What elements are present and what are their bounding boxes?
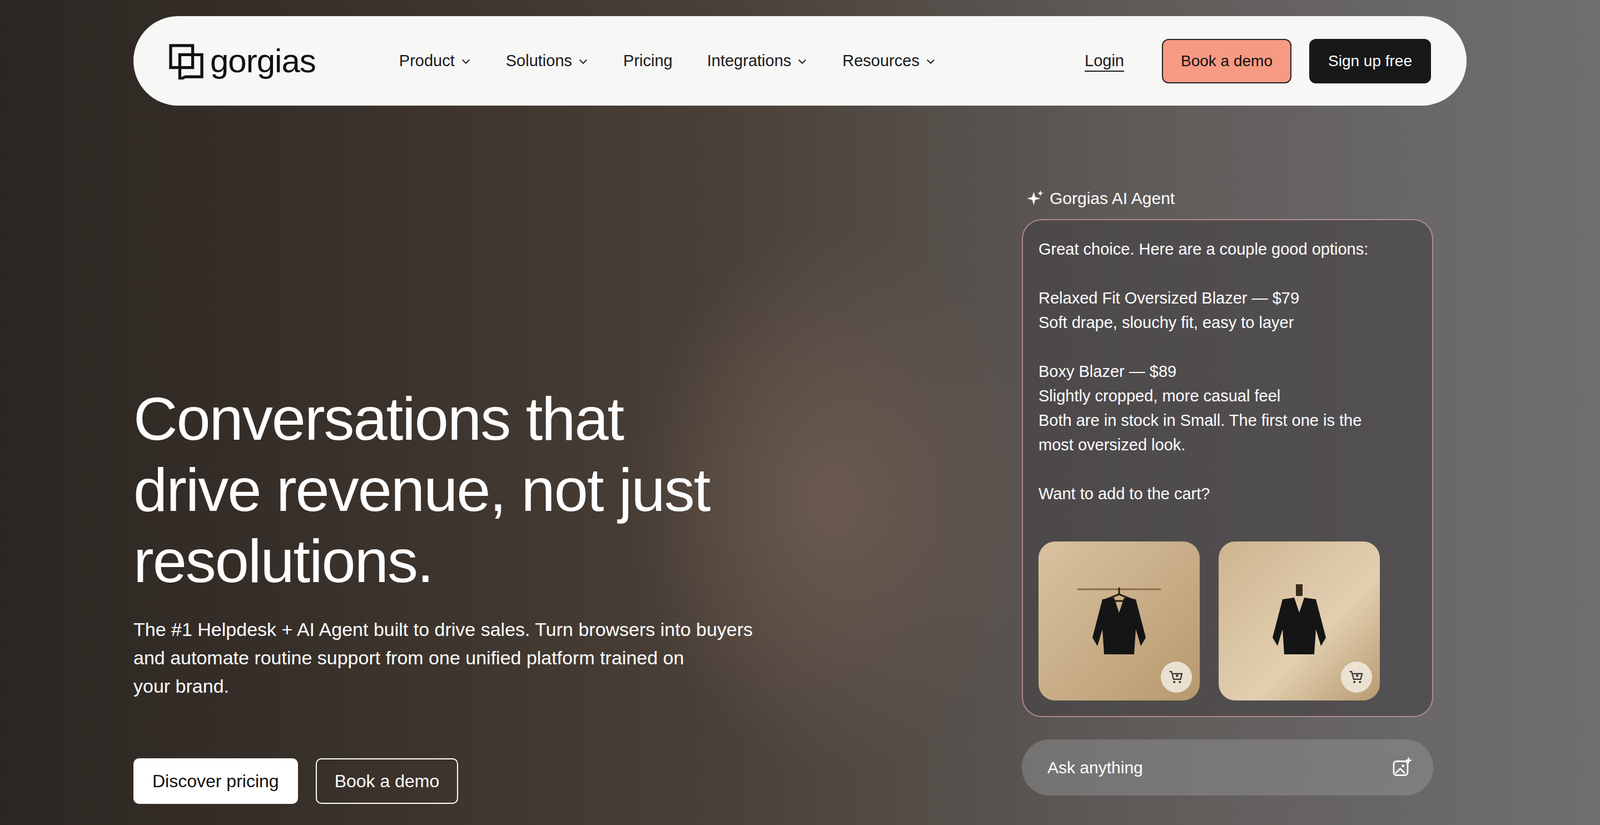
nav-item-label: Product	[399, 51, 455, 71]
hero-button[interactable]: Book a demo	[315, 758, 459, 804]
message-line: most oversized look.	[1038, 432, 1417, 457]
hanger-blazer-icon	[1077, 579, 1161, 663]
hero-buttons: Discover pricing Book a demo	[133, 758, 753, 804]
product-photo[interactable]	[1218, 541, 1380, 701]
sparkle-icon	[1026, 189, 1045, 208]
chevron-down-icon	[577, 55, 589, 67]
nav-button[interactable]: Sign up free	[1309, 38, 1431, 84]
hero-subtitle-line: your brand.	[133, 672, 753, 701]
cart-icon	[1168, 668, 1185, 686]
ask-field[interactable]	[1046, 757, 1383, 778]
nav-item-label: Solutions	[505, 51, 573, 71]
mannequin-blazer-icon	[1257, 579, 1341, 663]
message-paragraph: Want to add to the cart?	[1038, 481, 1417, 506]
nav-item[interactable]: Solutions	[505, 51, 589, 71]
agent-message-card: Great choice. Here are a couple good opt…	[1021, 219, 1434, 718]
message-line: Great choice. Here are a couple good opt…	[1038, 236, 1417, 262]
nav-bar: gorgias Product Solutions Pricing Integratio…	[133, 16, 1467, 106]
nav-actions: Login Book a demo Sign up free	[1084, 38, 1431, 84]
hero-button[interactable]: Discover pricing	[133, 758, 298, 804]
cart-icon	[1348, 668, 1365, 686]
message-line: Soft drape, slouchy fit, easy to layer	[1038, 310, 1417, 335]
hero: Conversations thatdrive revenue, not jus…	[133, 105, 1467, 825]
product-photo[interactable]	[1038, 541, 1200, 701]
landing-page: gorgias Product Solutions Pricing Integratio…	[0, 0, 1600, 825]
nav-item-label: Resources	[842, 51, 920, 71]
nav-item[interactable]: Product	[399, 51, 472, 71]
nav-item[interactable]: Resources	[842, 51, 937, 71]
product-list	[1038, 541, 1417, 701]
message-paragraph: Great choice. Here are a couple good opt…	[1038, 236, 1417, 262]
logo[interactable]: gorgias	[167, 41, 316, 81]
logo-squares-icon	[167, 42, 205, 80]
add-to-cart-button[interactable]	[1160, 661, 1192, 693]
nav-item-label: Integrations	[707, 51, 792, 71]
logo-text: gorgias	[210, 41, 316, 81]
message-line: Relaxed Fit Oversized Blazer — $79	[1038, 285, 1417, 311]
nav-item[interactable]: Pricing	[623, 51, 673, 71]
ai-agent-chat: Gorgias AI Agent Great choice. Here are a…	[1021, 105, 1434, 825]
hero-title-line: drive revenue, not just	[133, 454, 753, 526]
message-line: Want to add to the cart?	[1038, 481, 1417, 506]
hero-copy: Conversations thatdrive revenue, not jus…	[133, 105, 753, 825]
login-link[interactable]: Login	[1084, 51, 1125, 71]
hero-title-line: Conversations that	[133, 383, 753, 455]
hero-title-line: resolutions.	[133, 525, 753, 597]
chevron-down-icon	[925, 55, 937, 67]
message-line: Boxy Blazer — $89	[1038, 359, 1417, 384]
nav-item-label: Pricing	[623, 51, 673, 71]
nav-links: Product Solutions Pricing Integrations Resou…	[399, 51, 937, 71]
add-to-cart-button[interactable]	[1340, 661, 1373, 693]
chevron-down-icon	[796, 55, 808, 67]
hero-subtitle-line: and automate routine support from one un…	[133, 643, 753, 673]
chevron-down-icon	[460, 55, 472, 67]
nav-item[interactable]: Integrations	[707, 51, 809, 71]
nav-button[interactable]: Book a demo	[1161, 38, 1292, 84]
message-paragraph: Boxy Blazer — $89Slightly cropped, more …	[1038, 359, 1417, 457]
hero-subtitle-line: The #1 Helpdesk + AI Agent built to driv…	[133, 615, 753, 644]
message-paragraph: Relaxed Fit Oversized Blazer — $79Soft d…	[1038, 285, 1417, 335]
message-line: Both are in stock in Small. The first on…	[1038, 408, 1417, 433]
hero-title: Conversations thatdrive revenue, not jus…	[133, 383, 753, 597]
add-image-icon[interactable]	[1390, 756, 1414, 779]
ask-input[interactable]	[1021, 739, 1434, 796]
hero-subtitle: The #1 Helpdesk + AI Agent built to driv…	[133, 615, 753, 701]
message-line: Slightly cropped, more casual feel	[1038, 383, 1417, 409]
agent-label-text: Gorgias AI Agent	[1049, 189, 1175, 208]
agent-label: Gorgias AI Agent	[1026, 189, 1434, 208]
